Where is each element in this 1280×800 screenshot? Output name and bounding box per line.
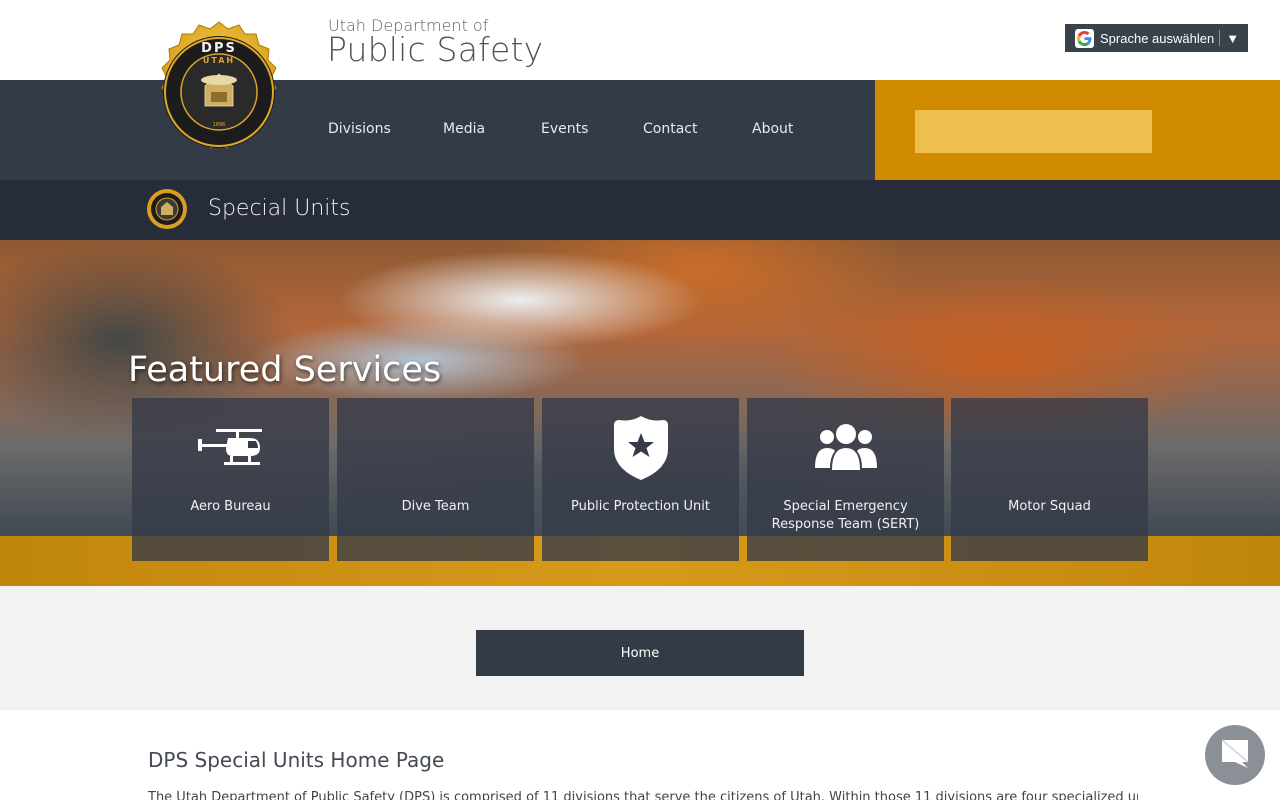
language-selector[interactable]: Sprache auswählen ▼ <box>1065 24 1248 52</box>
content-paragraph: The Utah Department of Public Safety (DP… <box>148 790 1138 800</box>
badge-dps-text: DPS <box>201 41 237 56</box>
section-header-bar: Special Units <box>0 180 1280 240</box>
chat-button[interactable] <box>1205 725 1265 785</box>
main-nav: Divisions Media Events Contact About <box>0 80 875 180</box>
nav-item-contact[interactable]: Contact <box>643 121 697 137</box>
home-button[interactable]: Home <box>476 630 804 676</box>
dps-logo[interactable]: DPS UTAH 1896 <box>150 16 288 162</box>
service-card-dive-team[interactable]: Dive Team <box>337 398 534 561</box>
featured-services-heading: Featured Services <box>128 350 442 390</box>
search-input[interactable] <box>915 110 1152 153</box>
search-panel <box>875 80 1280 180</box>
chevron-down-icon: ▼ <box>1226 30 1240 46</box>
police-badge-icon <box>542 416 739 480</box>
divider <box>1219 30 1221 46</box>
department-title[interactable]: Public Safety <box>327 30 543 69</box>
content-heading: DPS Special Units Home Page <box>148 748 445 772</box>
chat-bubble-icon <box>1219 737 1251 773</box>
service-card-label: Motor Squad <box>1008 499 1091 514</box>
page-title: Special Units <box>208 196 351 221</box>
badge-state-text: UTAH <box>203 56 235 65</box>
nav-item-divisions[interactable]: Divisions <box>328 121 391 137</box>
badge-year: 1896 <box>213 122 226 128</box>
helicopter-icon <box>132 418 329 478</box>
nav-item-events[interactable]: Events <box>541 121 588 137</box>
google-icon <box>1075 28 1094 48</box>
dps-small-logo-icon <box>146 188 188 230</box>
service-card-label: Aero Bureau <box>190 499 271 514</box>
breadcrumb-section: Home <box>0 586 1280 710</box>
nav-item-about[interactable]: About <box>752 121 793 137</box>
service-card-motor-squad[interactable]: Motor Squad <box>951 398 1148 561</box>
service-card-public-protection-unit[interactable]: Public Protection Unit <box>542 398 739 561</box>
service-card-label: Special Emergency Response Team (SERT) <box>771 499 920 532</box>
service-card-label: Public Protection Unit <box>571 499 710 514</box>
group-icon <box>747 418 944 478</box>
nav-item-media[interactable]: Media <box>443 121 485 137</box>
service-card-sert[interactable]: Special Emergency Response Team (SERT) <box>747 398 944 561</box>
service-card-aero-bureau[interactable]: Aero Bureau <box>132 398 329 561</box>
service-card-label: Dive Team <box>401 499 470 514</box>
language-selector-label: Sprache auswählen <box>1100 30 1215 46</box>
